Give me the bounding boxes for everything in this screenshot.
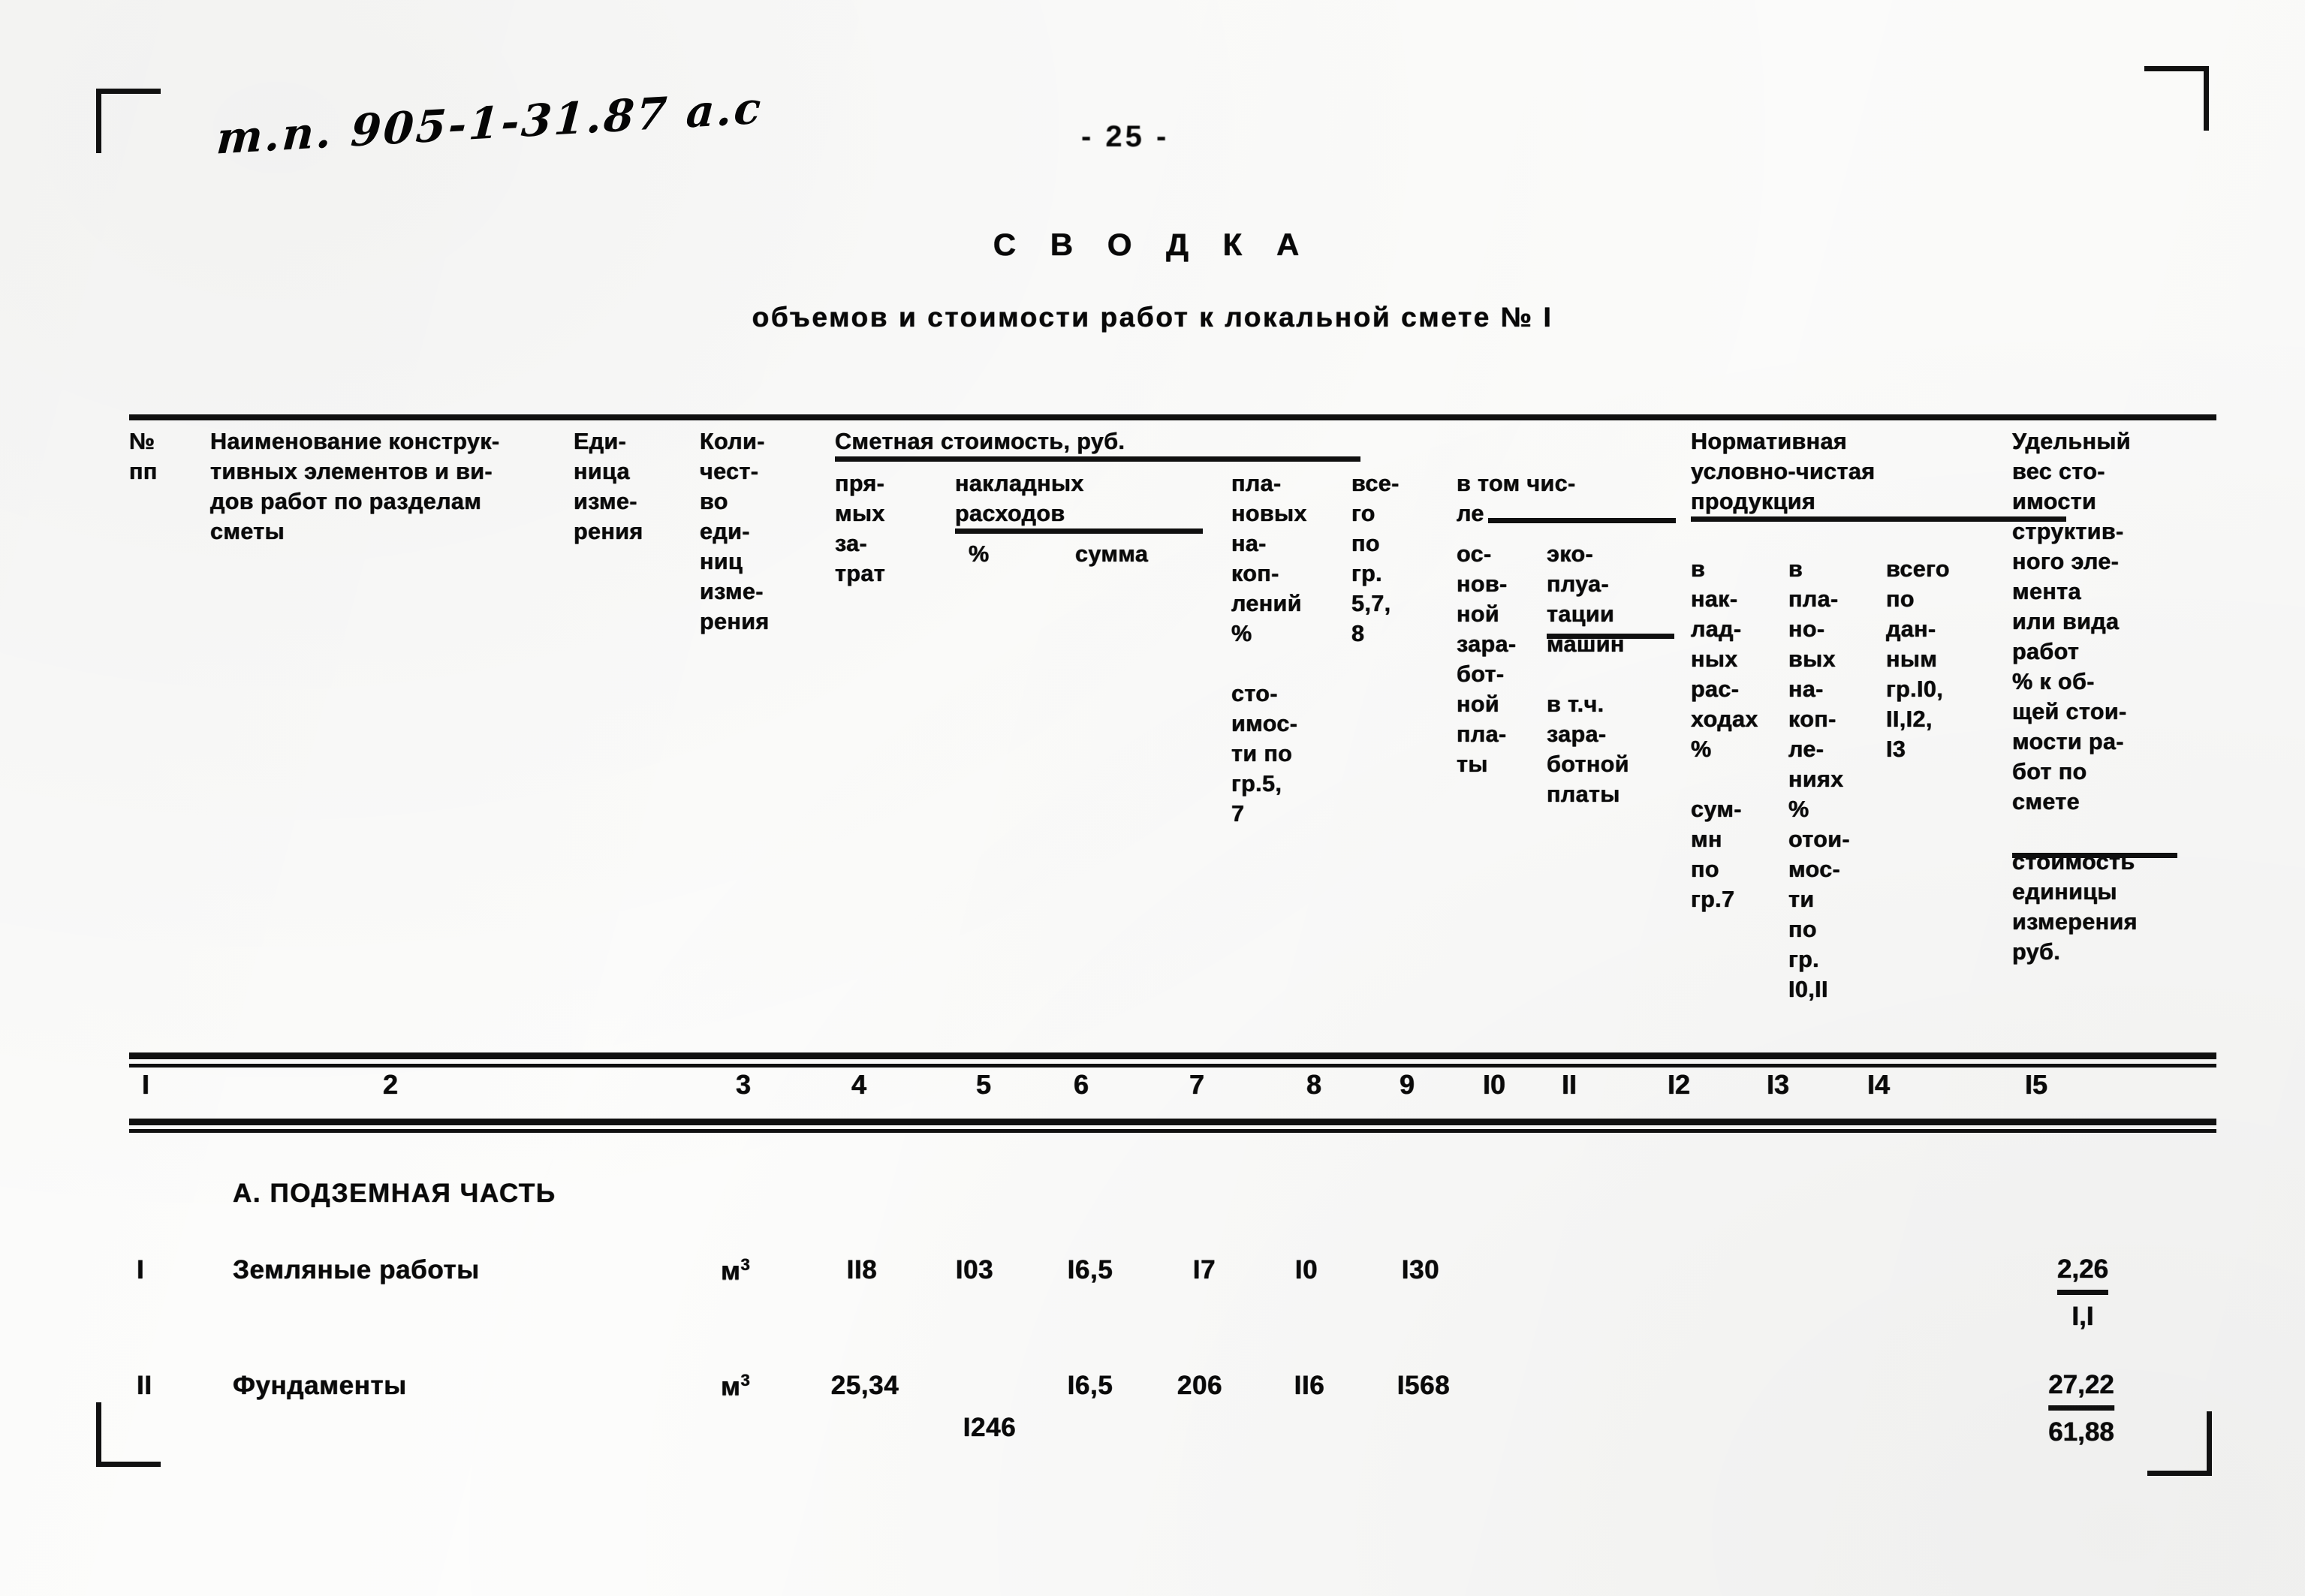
column-header-5: пря- мых за- трат <box>835 471 886 586</box>
column-header-12: в нак- лад- ных рас- ходах % сум- мн по … <box>1691 556 1758 912</box>
column-number-11: II <box>1561 1069 1577 1100</box>
column-header-6: % <box>969 541 990 567</box>
table-row: I Земляные работы м3 II8 I03 I6,5 I7 I0 … <box>0 1254 2305 1353</box>
table-header-rule-lower <box>129 1064 2216 1068</box>
row-unit-text: м <box>721 1256 741 1286</box>
page-number: - 25 - <box>1081 120 1170 153</box>
column-header-13: в пла- но- вых на- коп- ле- ниях % отои-… <box>1788 556 1850 1002</box>
row-planned-savings: I0 <box>1294 1255 1318 1284</box>
row-quantity: 25,34 <box>830 1371 899 1400</box>
row-work-name: Земляные работы <box>233 1255 480 1284</box>
column-header-2: Наименование конструк- тивных элементов … <box>210 429 500 544</box>
row-number: I <box>137 1255 145 1284</box>
column-number-row: I 2 3 4 5 6 7 8 9 I0 II I2 I3 I4 I5 <box>129 1069 2216 1116</box>
row-share-fraction: 27,22 61,88 <box>2048 1366 2114 1451</box>
row-unit-exponent: 3 <box>740 1255 751 1274</box>
row-unit-exponent: 3 <box>740 1371 751 1390</box>
group-header-overheads-underline <box>955 528 1203 534</box>
column-number-10: I0 <box>1482 1069 1506 1100</box>
column-number-6: 6 <box>1073 1069 1089 1100</box>
row-share-unit-price: I,I <box>2071 1302 2094 1331</box>
row-planned-savings: II6 <box>1294 1371 1325 1400</box>
row-overhead-sum: 206 <box>1177 1371 1223 1400</box>
section-heading-underground: А. ПОДЗЕМНАЯ ЧАСТЬ <box>233 1179 556 1208</box>
row-share-percent: 2,26 <box>2056 1251 2109 1295</box>
group-header-including-underline <box>1488 518 1676 523</box>
column-number-4: 4 <box>851 1069 867 1100</box>
column-header-11: эко- плуа- тации машин в т.ч. зара- ботн… <box>1547 541 1629 807</box>
column-header-7: сумма <box>1075 541 1149 567</box>
row-share-percent: 27,22 <box>2048 1366 2114 1411</box>
column-header-9: все- го по гр. 5,7, 8 <box>1351 471 1400 646</box>
column-header-15: Удельный вес сто- имости структив- ного … <box>2012 429 2138 965</box>
table-colnum-rule-lower <box>129 1129 2216 1133</box>
crop-mark-bottom-right <box>2147 1411 2212 1476</box>
column-header-11-underline <box>1547 634 1674 639</box>
group-header-estimate-cost: Сметная стоимость, руб. <box>835 429 1125 454</box>
row-work-name: Фундаменты <box>233 1371 407 1400</box>
handwritten-project-reference: т.п. 905-1-31.87 а.с <box>215 82 765 164</box>
column-number-5: 5 <box>975 1069 992 1100</box>
column-header-8: пла- новых на- коп- лений % сто- имос- т… <box>1231 471 1307 827</box>
row-share-fraction: 2,26 I,I <box>2056 1251 2109 1336</box>
column-number-12: I2 <box>1667 1069 1691 1100</box>
document-title: С В О Д К А <box>993 227 1312 262</box>
table-colnum-rule-upper <box>129 1119 2216 1125</box>
document-subtitle: объемов и стоимости работ к локальной см… <box>752 302 1553 333</box>
column-number-7: 7 <box>1189 1069 1205 1100</box>
row-overhead-percent: I6,5 <box>1067 1371 1113 1400</box>
table-header: № пп Наименование конструк- тивных элеме… <box>129 426 2216 1042</box>
row-overhead-percent: I6,5 <box>1067 1255 1113 1284</box>
column-number-15: I5 <box>2024 1069 2048 1100</box>
row-total: I30 <box>1401 1255 1440 1284</box>
group-header-normative-product-underline <box>1691 516 2066 522</box>
group-header-estimate-cost-underline <box>835 456 1360 462</box>
column-header-4: Коли- чест- во еди- ниц изме- рения <box>700 429 770 634</box>
column-header-14: всего по дан- ным гр.I0, II,I2, I3 <box>1886 556 1950 762</box>
row-total: I568 <box>1397 1371 1451 1400</box>
group-header-overheads: накладных расходов <box>955 471 1084 526</box>
column-number-9: 9 <box>1399 1069 1415 1100</box>
column-number-14: I4 <box>1867 1069 1891 1100</box>
table-row: II Фундаменты м3 25,34 I246 I6,5 206 II6… <box>0 1370 2305 1468</box>
row-unit: м3 <box>721 1255 750 1287</box>
crop-mark-top-left <box>96 89 161 153</box>
row-unit: м3 <box>721 1371 750 1402</box>
column-number-8: 8 <box>1306 1069 1322 1100</box>
scanned-page: т.п. 905-1-31.87 а.с - 25 - С В О Д К А … <box>0 0 2305 1596</box>
column-number-3: 3 <box>735 1069 752 1100</box>
crop-mark-top-right <box>2144 66 2209 131</box>
table-top-rule <box>129 414 2216 420</box>
crop-mark-bottom-left <box>96 1402 161 1467</box>
row-number: II <box>137 1371 152 1400</box>
column-header-15-underline <box>2012 853 2177 858</box>
row-direct-cost: I03 <box>955 1255 994 1284</box>
row-overhead-sum: I7 <box>1192 1255 1216 1284</box>
row-direct-cost: I246 <box>963 1413 1017 1442</box>
column-number-1: I <box>141 1069 150 1100</box>
column-number-13: I3 <box>1766 1069 1790 1100</box>
table-header-rule-upper <box>129 1052 2216 1059</box>
row-unit-text: м <box>721 1372 741 1402</box>
column-header-10: ос- нов- ной зара- бот- ной пла- ты <box>1457 541 1517 777</box>
row-quantity: II8 <box>846 1255 878 1284</box>
row-share-unit-price: 61,88 <box>2048 1417 2114 1447</box>
column-header-3: Еди- ница изме- рения <box>574 429 643 544</box>
column-header-1: № пп <box>129 429 158 484</box>
column-number-2: 2 <box>382 1069 399 1100</box>
